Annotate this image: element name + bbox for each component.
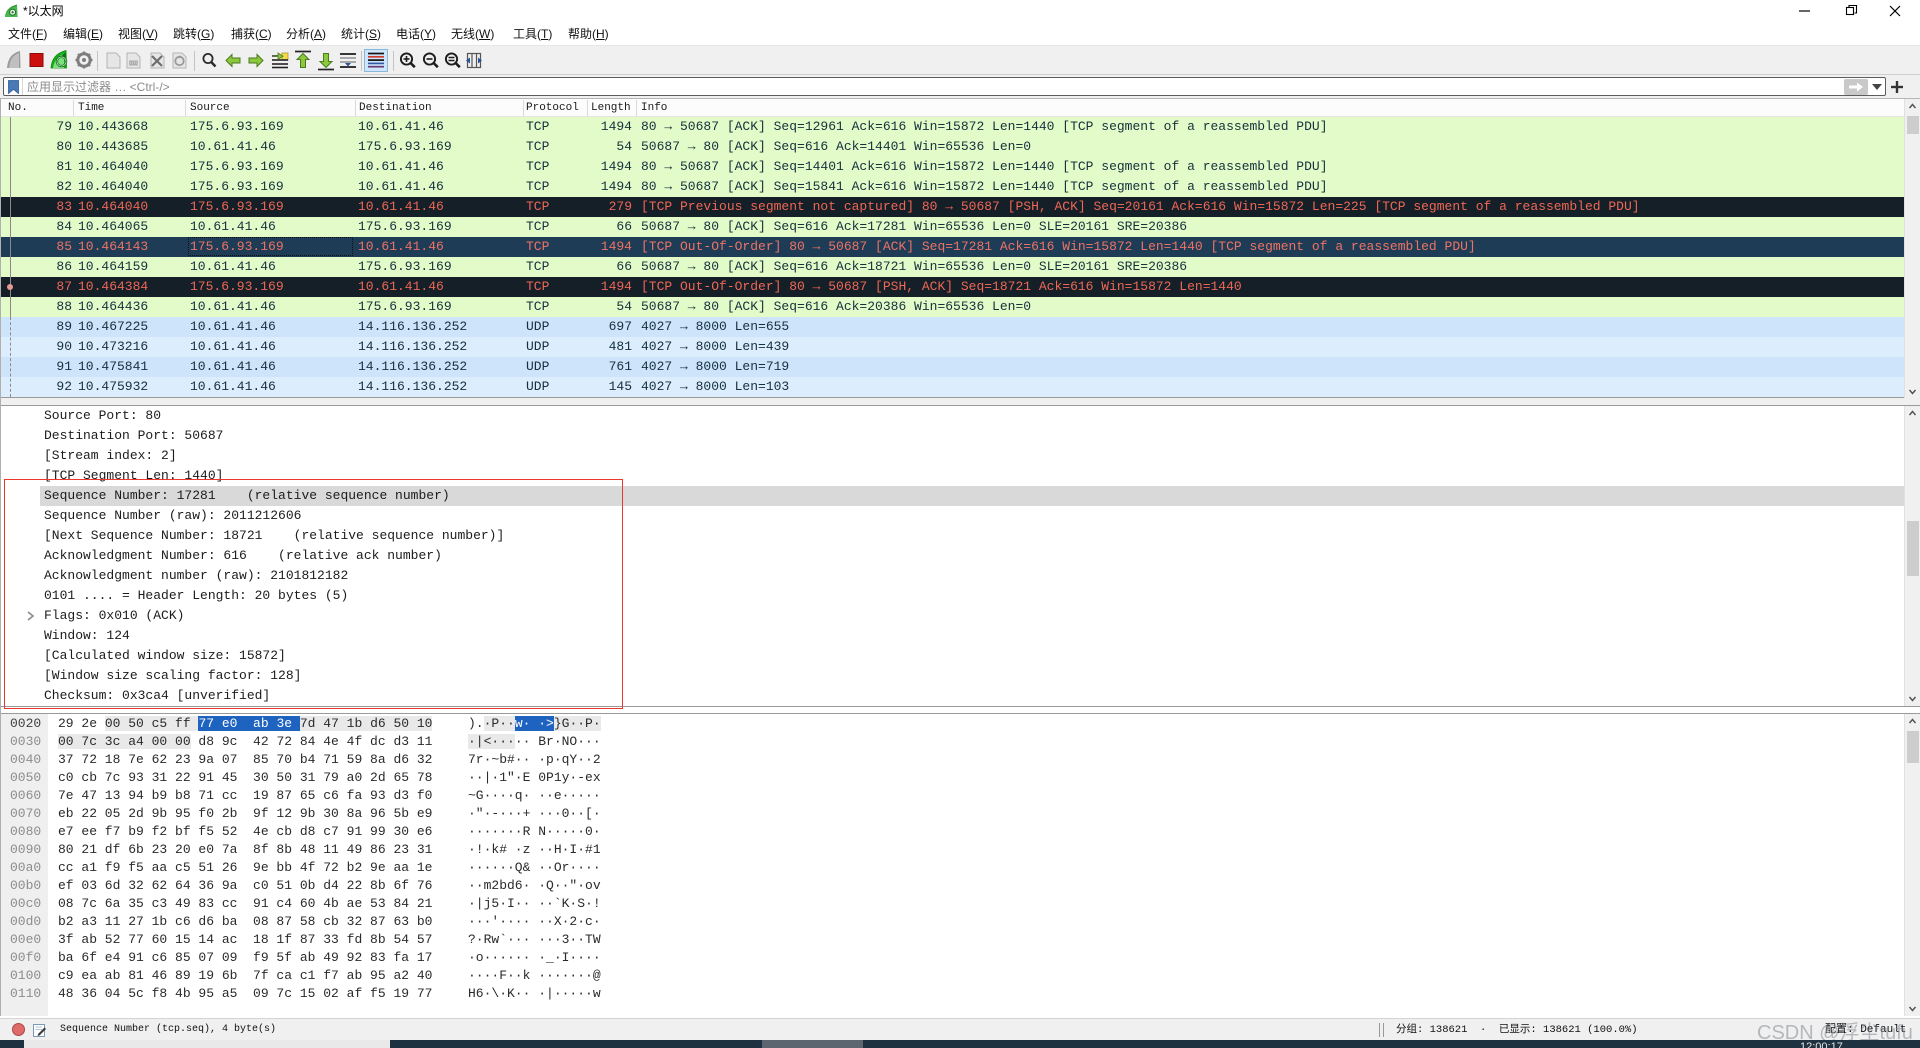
svg-text:010: 010: [129, 61, 138, 67]
